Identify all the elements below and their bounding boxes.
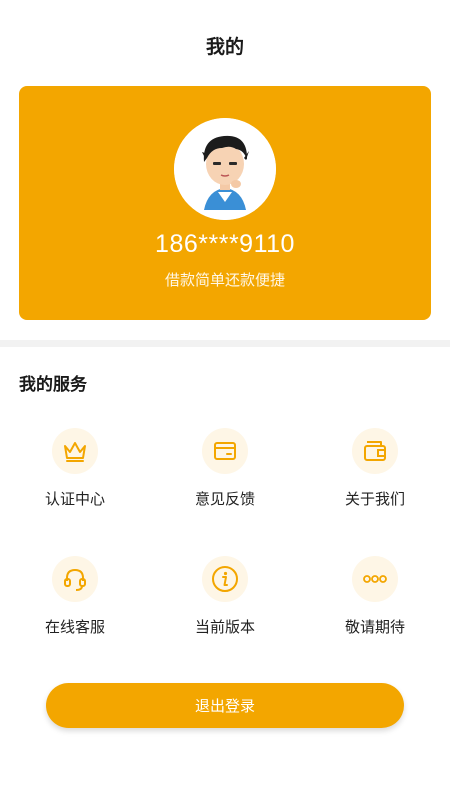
headset-icon [52,556,98,602]
services-row: 在线客服 当前版本 敬请期待 [0,556,450,684]
service-label: 认证中心 [44,490,105,508]
service-label: 在线客服 [44,618,105,636]
crown-icon [52,428,98,474]
service-online-support[interactable]: 在线客服 [0,556,150,684]
logout-button[interactable]: 退出登录 [46,683,404,728]
avatar-image [174,118,276,220]
page-title: 我的 [205,35,244,58]
page-header: 我的 [0,0,450,90]
service-about[interactable]: 关于我们 [300,428,450,556]
service-certification[interactable]: 认证中心 [0,428,150,556]
user-phone: 186****9110 [155,230,295,258]
info-icon [202,556,248,602]
services-title: 我的服务 [19,375,87,395]
service-feedback[interactable]: 意见反馈 [150,428,300,556]
wallet-icon [352,428,398,474]
section-divider [0,340,450,347]
profile-card: 186****9110 借款简单还款便捷 [19,86,431,320]
service-label: 意见反馈 [194,490,255,508]
service-version[interactable]: 当前版本 [150,556,300,684]
avatar[interactable] [174,118,276,220]
service-label: 关于我们 [344,490,405,508]
more-icon [352,556,398,602]
services-row: 认证中心 意见反馈 关于我们 [0,428,450,556]
service-label: 当前版本 [194,618,255,636]
service-label: 敬请期待 [344,618,405,636]
service-coming-soon[interactable]: 敬请期待 [300,556,450,684]
profile-slogan: 借款简单还款便捷 [164,271,285,289]
services-grid: 认证中心 意见反馈 关于我们 在线客服 当前版本 敬请期待 [0,428,450,684]
card-icon [202,428,248,474]
